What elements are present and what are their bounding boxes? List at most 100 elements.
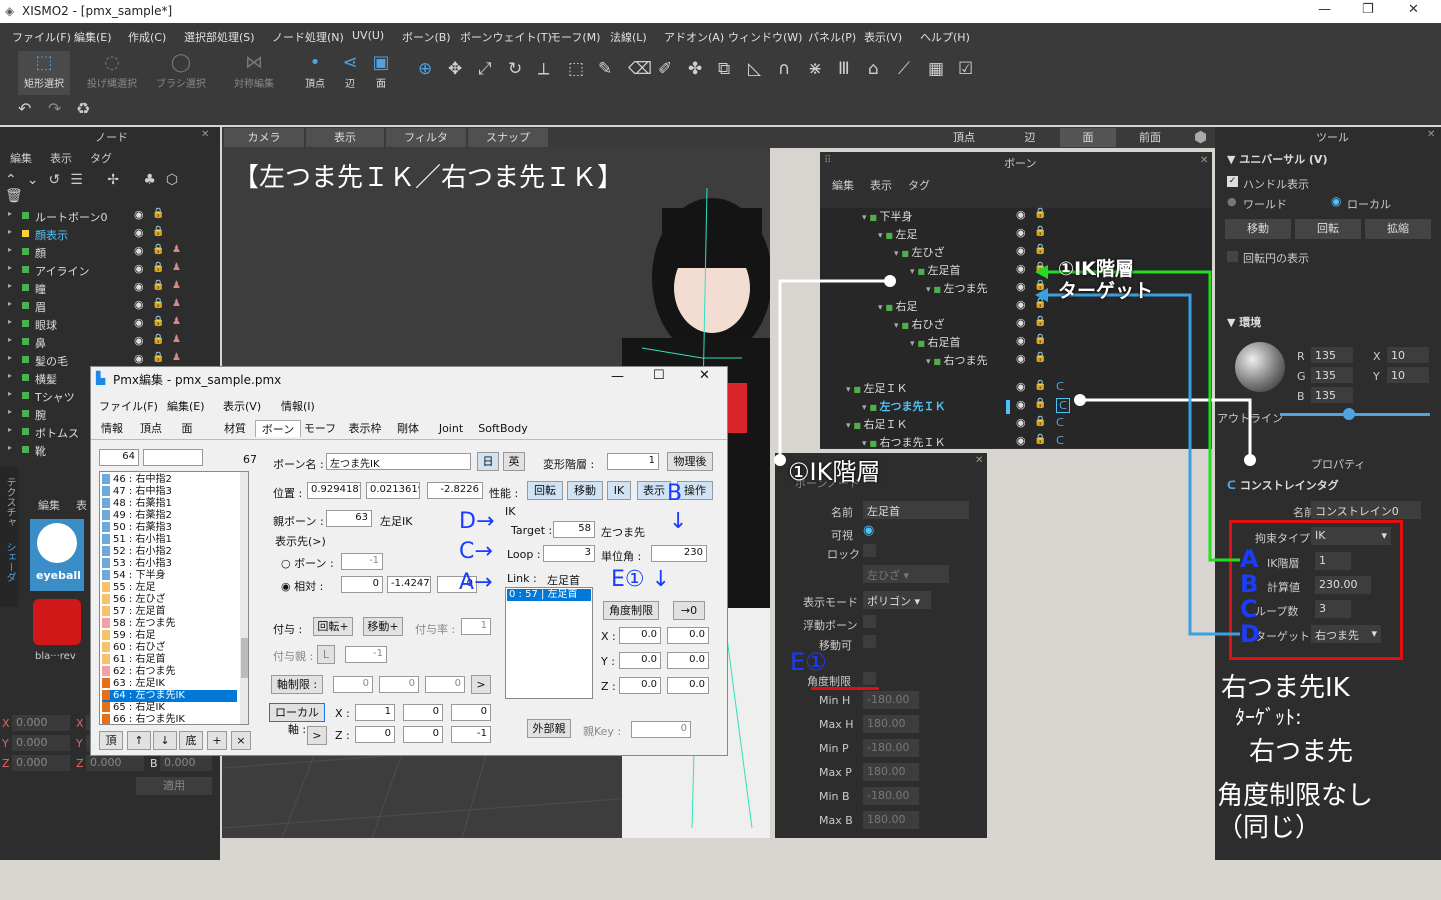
dialog-tab[interactable]: 材質: [215, 420, 255, 437]
grant-parent-l-button[interactable]: L: [317, 645, 335, 664]
deform-field[interactable]: 1: [607, 453, 659, 470]
list-item[interactable]: 53 : 右小指3: [102, 558, 237, 570]
list-item[interactable]: 57 : 左足首: [102, 606, 237, 618]
local-arrow-button[interactable]: >: [307, 726, 327, 745]
dialog-menu-item[interactable]: ファイル(F): [99, 398, 158, 414]
ik-limit-min[interactable]: 0.0: [619, 652, 661, 669]
loop-field[interactable]: 3: [543, 545, 595, 562]
dialog-minimize-icon[interactable]: —: [611, 369, 624, 384]
list-filter-field[interactable]: [143, 449, 203, 466]
ik-limit-min[interactable]: 0.0: [619, 627, 661, 644]
list-item[interactable]: 61 : 右足首: [102, 654, 237, 666]
list-item[interactable]: 51 : 右小指1: [102, 534, 237, 546]
axis-limit-button[interactable]: 軸制限 :: [271, 675, 323, 694]
list-item[interactable]: 55 : 左足: [102, 582, 237, 594]
perf-ik[interactable]: IK: [607, 481, 631, 500]
dialog-tab[interactable]: 頂点: [131, 420, 171, 437]
after-physics-button[interactable]: 物理後: [667, 452, 713, 471]
local-axis-button[interactable]: ローカル軸 :: [269, 703, 325, 736]
pos-y-field[interactable]: 0.0213619: [366, 482, 420, 499]
axis-x-field[interactable]: 0: [333, 676, 373, 693]
perf-display[interactable]: 表示: [637, 481, 671, 500]
jp-toggle[interactable]: 日: [477, 452, 499, 471]
ik-limit-max[interactable]: 0.0: [667, 627, 709, 644]
list-button[interactable]: +: [207, 731, 227, 750]
dialog-tab[interactable]: Joint: [427, 420, 475, 437]
dialog-tab[interactable]: 情報: [93, 420, 131, 437]
local-x-field1[interactable]: 1: [355, 704, 395, 721]
grant-parent-field[interactable]: -1: [345, 646, 387, 663]
parent-key-field[interactable]: 0: [631, 721, 691, 738]
local-x-field3[interactable]: 0: [451, 704, 491, 721]
axis-arrow-button[interactable]: >: [471, 675, 491, 694]
list-item[interactable]: 63 : 左足IK: [102, 678, 237, 690]
grant-move-button[interactable]: 移動+: [363, 617, 403, 636]
dialog-tab[interactable]: ボーン: [255, 420, 301, 437]
rel-y-field[interactable]: -1.4247: [387, 576, 431, 593]
list-item[interactable]: 48 : 右薬指1: [102, 498, 237, 510]
list-item[interactable]: 50 : 右薬指3: [102, 522, 237, 534]
to-zero-button[interactable]: →0: [673, 601, 705, 620]
axis-y-field[interactable]: 0: [379, 676, 419, 693]
bone-name-field[interactable]: 左つま先IK: [326, 453, 471, 470]
rel-x-field[interactable]: 0: [341, 576, 383, 593]
list-button[interactable]: ↓: [153, 731, 177, 750]
dialog-tab[interactable]: 面: [171, 420, 203, 437]
ik-limit-max[interactable]: 0.0: [667, 677, 709, 694]
dialog-tab[interactable]: 剛体: [387, 420, 429, 437]
relative-radio[interactable]: ◉ 相対 :: [281, 578, 323, 594]
list-scrollbar[interactable]: [240, 472, 248, 724]
list-item[interactable]: 56 : 左ひざ: [102, 594, 237, 606]
list-button[interactable]: 頂: [99, 731, 123, 750]
dialog-tab[interactable]: SoftBody: [471, 420, 535, 437]
list-button[interactable]: ↑: [127, 731, 151, 750]
list-item[interactable]: 47 : 右中指3: [102, 486, 237, 498]
list-item[interactable]: 64 : 左つま先IK: [102, 690, 237, 702]
ik-limit-max[interactable]: 0.0: [667, 652, 709, 669]
parent-idx-field[interactable]: 63: [326, 510, 372, 527]
en-toggle[interactable]: 英: [503, 452, 525, 471]
ik-limit-min[interactable]: 0.0: [619, 677, 661, 694]
grant-rate-field[interactable]: 1: [461, 618, 491, 635]
axis-z-field[interactable]: 0: [425, 676, 465, 693]
local-z-field2[interactable]: 0: [403, 726, 443, 743]
list-item[interactable]: 59 : 右足: [102, 630, 237, 642]
local-x-field2[interactable]: 0: [403, 704, 443, 721]
local-z-field3[interactable]: -1: [451, 726, 491, 743]
dialog-tab[interactable]: モーフ: [299, 420, 341, 437]
target-idx-field[interactable]: 58: [553, 521, 595, 538]
list-color-icon: [102, 474, 110, 484]
dialog-maximize-icon[interactable]: ☐: [653, 368, 665, 383]
perf-rotate[interactable]: 回転: [527, 481, 563, 500]
list-item[interactable]: 62 : 右つま先: [102, 666, 237, 678]
dialog-menu-item[interactable]: 情報(I): [281, 398, 315, 414]
list-item[interactable]: 60 : 右ひざ: [102, 642, 237, 654]
list-item[interactable]: 49 : 右薬指2: [102, 510, 237, 522]
list-item[interactable]: 46 : 右中指2: [102, 474, 237, 486]
dialog-menu-item[interactable]: 編集(E): [167, 398, 205, 414]
list-index-field[interactable]: 64: [99, 449, 139, 466]
perf-operate[interactable]: 操作: [677, 481, 713, 500]
perf-move[interactable]: 移動: [567, 481, 603, 500]
list-item[interactable]: 66 : 右つま先IK: [102, 714, 237, 724]
list-item[interactable]: 52 : 右小指2: [102, 546, 237, 558]
local-z-field1[interactable]: 0: [355, 726, 395, 743]
link-item[interactable]: 0 : 57 | 左足首: [507, 589, 591, 601]
dialog-tab[interactable]: 表示枠: [339, 420, 391, 437]
list-item[interactable]: 65 : 右足IK: [102, 702, 237, 714]
pos-x-field[interactable]: 0.9294187: [307, 482, 361, 499]
list-item[interactable]: 58 : 左つま先: [102, 618, 237, 630]
dialog-close-icon[interactable]: ✕: [699, 368, 710, 383]
list-item[interactable]: 54 : 下半身: [102, 570, 237, 582]
list-button[interactable]: ×: [231, 731, 251, 750]
bone-radio[interactable]: ○ ボーン :: [281, 555, 334, 571]
local-x-label: X :: [335, 707, 350, 720]
angle-limit-button[interactable]: 角度制限: [603, 601, 659, 620]
disp-bone-field[interactable]: -1: [341, 553, 383, 570]
grant-rotate-button[interactable]: 回転+: [313, 617, 353, 636]
pos-z-field[interactable]: -2.8226: [427, 482, 483, 499]
external-parent-button[interactable]: 外部親: [527, 719, 571, 738]
unit-field[interactable]: 230: [651, 545, 707, 562]
dialog-menu-item[interactable]: 表示(V): [223, 398, 261, 414]
list-button[interactable]: 底: [179, 731, 203, 750]
